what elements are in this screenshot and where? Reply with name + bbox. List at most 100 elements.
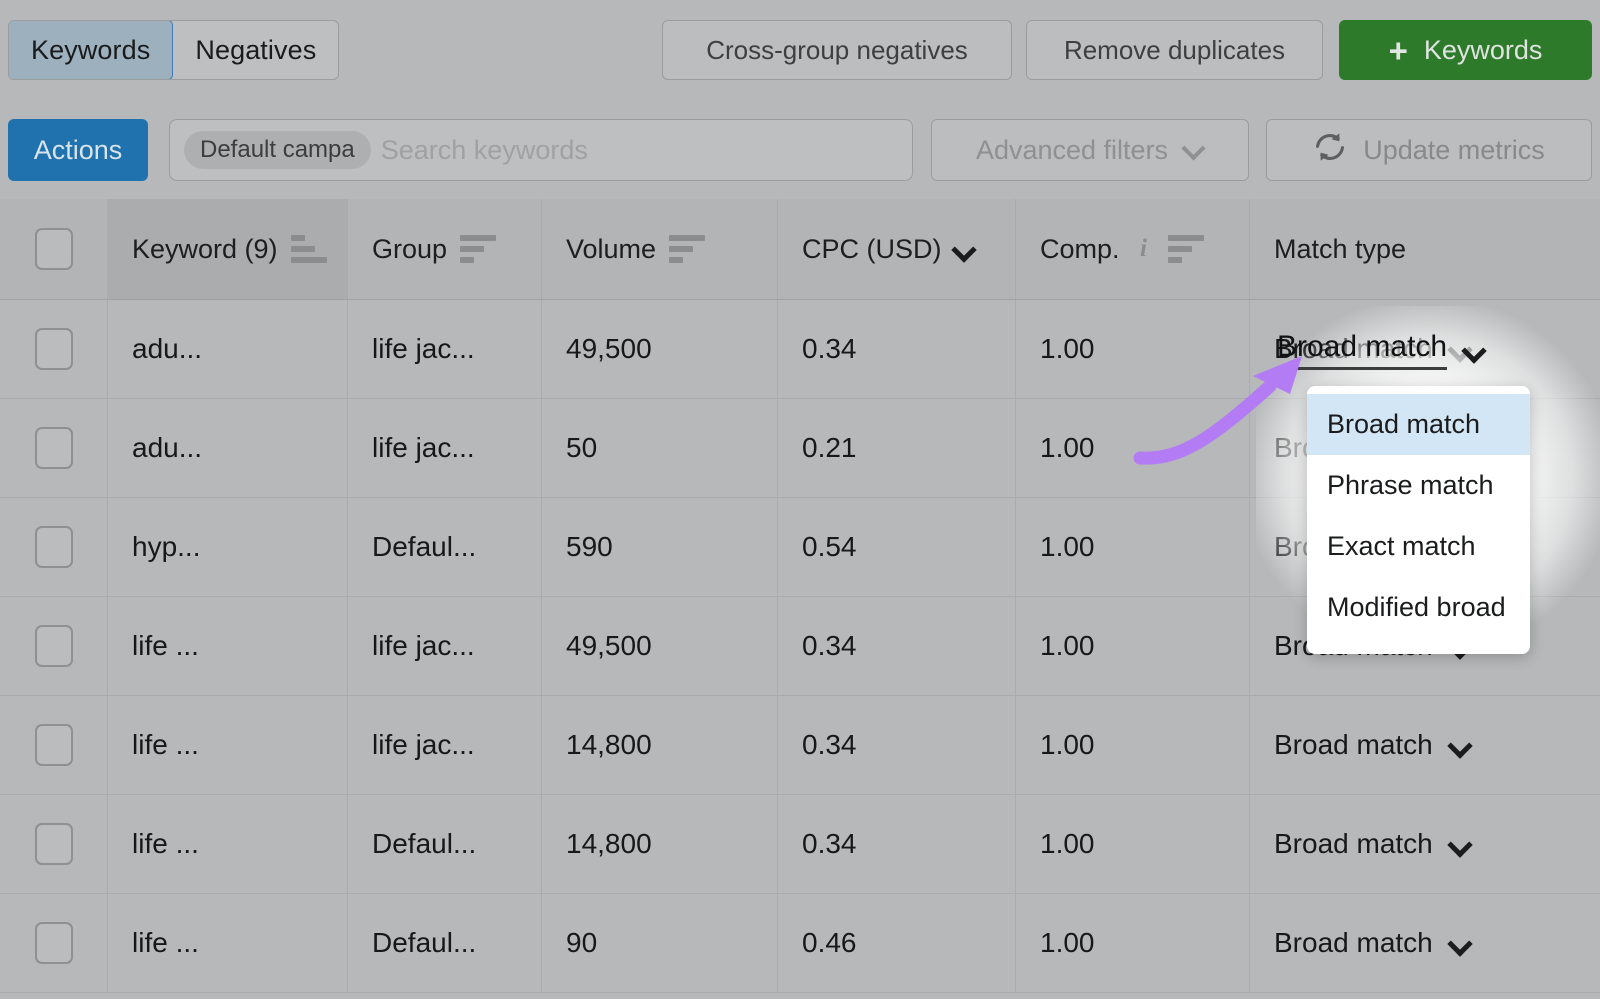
advanced-filters-dropdown[interactable]: Advanced filters (931, 119, 1249, 181)
add-keywords-button[interactable]: + Keywords (1339, 20, 1592, 80)
sort-descending-icon[interactable] (460, 235, 496, 263)
column-header-select-all (0, 199, 108, 299)
row-select-cell (0, 597, 108, 695)
match-type-option[interactable]: Exact match (1307, 516, 1530, 577)
remove-duplicates-button[interactable]: Remove duplicates (1026, 20, 1323, 80)
column-header-comp-label: Comp. (1040, 234, 1120, 265)
cell-cpc-value: 0.34 (802, 828, 857, 860)
cell-group: Defaul... (348, 795, 542, 893)
match-type-option[interactable]: Broad match (1307, 394, 1530, 455)
table-row[interactable]: life ... Defaul... 14,800 0.34 1.00 Broad mat… (0, 795, 1600, 894)
cell-comp-value: 1.00 (1040, 729, 1095, 761)
match-type-select[interactable]: Broad match (1274, 729, 1468, 761)
row-checkbox[interactable] (35, 823, 73, 865)
row-checkbox[interactable] (35, 625, 73, 667)
row-checkbox[interactable] (35, 328, 73, 370)
cell-keyword-value: adu... (132, 432, 202, 464)
cell-group-value: life jac... (372, 333, 475, 365)
cell-volume: 49,500 (542, 300, 778, 398)
cell-comp: 1.00 (1016, 795, 1250, 893)
cell-keyword: adu... (108, 300, 348, 398)
cell-cpc: 0.34 (778, 795, 1016, 893)
table-row[interactable]: life ...life jac...14,8000.341.00Broad m… (0, 696, 1600, 795)
cell-group-value: Defaul... (372, 531, 476, 563)
row-checkbox[interactable] (35, 922, 73, 964)
cell-comp: 1.00 (1016, 498, 1250, 596)
match-type-dropdown-trigger[interactable]: Broad match (1277, 330, 1482, 370)
tab-negatives[interactable]: Negatives (173, 21, 338, 79)
row-select-cell (0, 696, 108, 794)
column-header-match-type[interactable]: Match type (1250, 199, 1600, 299)
search-bar[interactable]: Default campa (169, 119, 913, 181)
match-type-dropdown-menu[interactable]: Broad match Phrase matchExact matchModifi… (1307, 386, 1530, 654)
cell-keyword-value: hyp... (132, 531, 200, 563)
cell-cpc-value: 0.34 (802, 630, 857, 662)
cell-cpc: 0.34 (778, 696, 1016, 794)
column-header-comp[interactable]: Comp. i (1016, 199, 1250, 299)
info-icon[interactable]: i (1133, 235, 1155, 263)
select-all-checkbox[interactable] (35, 228, 73, 270)
cell-group: life jac... (348, 399, 542, 497)
cell-comp: 1.00 (1016, 597, 1250, 695)
match-type-dropdown-value: Broad match (1277, 330, 1447, 370)
cell-comp-value: 1.00 (1040, 531, 1095, 563)
cell-keyword-value: life ... (132, 828, 199, 860)
cell-comp-value: 1.00 (1040, 630, 1095, 662)
match-type-option-label: Broad match (1327, 409, 1480, 440)
remove-duplicates-label: Remove duplicates (1064, 35, 1285, 66)
update-metrics-label: Update metrics (1363, 135, 1545, 166)
update-metrics-button[interactable]: Update metrics (1266, 119, 1592, 181)
refresh-icon (1313, 130, 1347, 171)
sort-descending-icon[interactable] (669, 235, 705, 263)
cell-match-type[interactable]: Broad match (1250, 795, 1600, 893)
row-select-cell (0, 795, 108, 893)
cell-cpc: 0.54 (778, 498, 1016, 596)
cell-cpc-value: 0.46 (802, 927, 857, 959)
actions-button[interactable]: Actions (8, 119, 148, 181)
column-header-keyword[interactable]: Keyword (9) (108, 199, 348, 299)
cross-group-negatives-button[interactable]: Cross-group negatives (662, 20, 1012, 80)
tab-negatives-label: Negatives (195, 35, 316, 66)
tab-keywords[interactable]: Keywords (8, 20, 173, 80)
cell-cpc: 0.21 (778, 399, 1016, 497)
row-checkbox[interactable] (35, 427, 73, 469)
cell-group: Defaul... (348, 894, 542, 992)
cell-match-type[interactable]: Broad match (1250, 696, 1600, 794)
column-header-volume[interactable]: Volume (542, 199, 778, 299)
campaign-filter-chip[interactable]: Default campa (184, 131, 371, 169)
search-input[interactable] (381, 135, 898, 166)
column-header-group[interactable]: Group (348, 199, 542, 299)
cell-keyword: life ... (108, 696, 348, 794)
match-type-select[interactable]: Broad match (1274, 927, 1468, 959)
cell-volume: 14,800 (542, 795, 778, 893)
cell-cpc-value: 0.21 (802, 432, 857, 464)
row-select-cell (0, 300, 108, 398)
cross-group-negatives-label: Cross-group negatives (706, 35, 968, 66)
row-select-cell (0, 894, 108, 992)
keywords-manager-screen: Keywords Negatives Cross-group negatives… (0, 0, 1600, 999)
cell-volume-value: 14,800 (566, 828, 652, 860)
cell-volume-value: 590 (566, 531, 613, 563)
cell-volume: 14,800 (542, 696, 778, 794)
cell-volume: 90 (542, 894, 778, 992)
chevron-down-icon (1451, 737, 1468, 754)
sort-descending-icon[interactable] (1168, 235, 1204, 263)
column-header-volume-label: Volume (566, 234, 656, 265)
sort-ascending-icon[interactable] (291, 235, 327, 263)
cell-match-type[interactable]: Broad match (1250, 894, 1600, 992)
cell-group-value: Defaul... (372, 927, 476, 959)
row-checkbox[interactable] (35, 526, 73, 568)
row-checkbox[interactable] (35, 724, 73, 766)
column-header-keyword-label: Keyword (9) (132, 234, 278, 265)
chevron-down-icon (1451, 836, 1468, 853)
table-row[interactable]: life ...Defaul...900.461.00Broad match (0, 894, 1600, 993)
cell-comp: 1.00 (1016, 300, 1250, 398)
match-type-select[interactable]: Broad match (1274, 828, 1468, 860)
cell-group: life jac... (348, 300, 542, 398)
match-type-option[interactable]: Phrase match (1307, 455, 1530, 516)
match-type-option[interactable]: Modified broad (1307, 577, 1530, 638)
filter-toolbar: Actions Default campa Advanced filters U… (0, 101, 1600, 199)
chevron-down-icon[interactable] (955, 241, 972, 258)
column-header-match-type-label: Match type (1274, 234, 1406, 265)
column-header-cpc[interactable]: CPC (USD) (778, 199, 1016, 299)
